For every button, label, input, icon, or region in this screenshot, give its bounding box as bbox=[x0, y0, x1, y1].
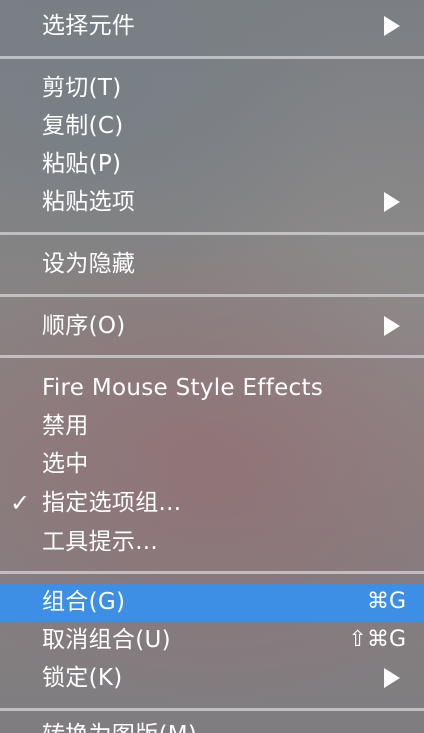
separator bbox=[0, 708, 424, 711]
menu-item-label: 选中 bbox=[42, 451, 89, 477]
menu-item-selected[interactable]: 选中 bbox=[0, 445, 424, 483]
menu-item-group[interactable]: 组合(G) ⌘G bbox=[0, 583, 424, 621]
menu-item-label: 粘贴选项 bbox=[42, 189, 136, 215]
menu-item-label: 剪切(T) bbox=[42, 75, 122, 101]
submenu-arrow-icon bbox=[384, 668, 400, 688]
menu-item-cut[interactable]: 剪切(T) bbox=[0, 69, 424, 107]
menu-item-copy[interactable]: 复制(C) bbox=[0, 107, 424, 145]
menu-item-convert-to-master[interactable]: 转换为图版(M) bbox=[0, 716, 424, 733]
menu-item-label: 工具提示... bbox=[42, 529, 159, 555]
menu-item-set-hidden[interactable]: 设为隐藏 bbox=[0, 245, 424, 283]
shortcut-label: ⇧⌘G bbox=[348, 627, 406, 652]
submenu-arrow-icon bbox=[384, 192, 400, 212]
menu-item-label: 设为隐藏 bbox=[42, 251, 136, 277]
menu-item-label: 转换为图版(M) bbox=[42, 716, 197, 733]
menu-item-paste-options[interactable]: 粘贴选项 bbox=[0, 183, 424, 221]
menu-item-label: 取消组合(U) bbox=[42, 627, 171, 653]
shortcut-label: ⌘G bbox=[366, 589, 406, 614]
menu-item-ungroup[interactable]: 取消组合(U) ⇧⌘G bbox=[0, 621, 424, 659]
separator bbox=[0, 571, 424, 574]
separator bbox=[0, 56, 424, 59]
submenu-arrow-icon bbox=[384, 16, 400, 36]
menu-item-select-widget[interactable]: 选择元件 bbox=[0, 7, 424, 45]
separator bbox=[0, 294, 424, 297]
menu-item-assign-option-group[interactable]: ✓ 指定选项组... bbox=[0, 484, 424, 522]
menu-item-order[interactable]: 顺序(O) bbox=[0, 307, 424, 345]
menu-item-lock[interactable]: 锁定(K) bbox=[0, 659, 424, 697]
menu-item-label: 禁用 bbox=[42, 413, 89, 439]
menu-item-label: 复制(C) bbox=[42, 113, 124, 139]
context-menu: 选择元件 剪切(T) 复制(C) 粘贴(P) 粘贴选项 设为隐藏 顺序(O) F… bbox=[0, 0, 424, 733]
menu-item-label: 顺序(O) bbox=[42, 313, 126, 339]
menu-item-label: 锁定(K) bbox=[42, 665, 123, 691]
separator bbox=[0, 355, 424, 358]
menu-item-paste[interactable]: 粘贴(P) bbox=[0, 145, 424, 183]
menu-item-label: 粘贴(P) bbox=[42, 151, 122, 177]
separator bbox=[0, 232, 424, 235]
menu-item-label: 选择元件 bbox=[42, 13, 136, 39]
menu-item-label: Fire Mouse Style Effects bbox=[42, 375, 324, 401]
menu-item-label: 组合(G) bbox=[42, 589, 126, 615]
menu-item-label: 指定选项组... bbox=[42, 490, 182, 516]
menu-item-disable[interactable]: 禁用 bbox=[0, 407, 424, 445]
submenu-arrow-icon bbox=[384, 316, 400, 336]
checkmark-icon: ✓ bbox=[10, 489, 31, 517]
menu-item-tooltip[interactable]: 工具提示... bbox=[0, 523, 424, 561]
menu-item-fire-mouse-style-effects[interactable]: Fire Mouse Style Effects bbox=[0, 369, 424, 407]
